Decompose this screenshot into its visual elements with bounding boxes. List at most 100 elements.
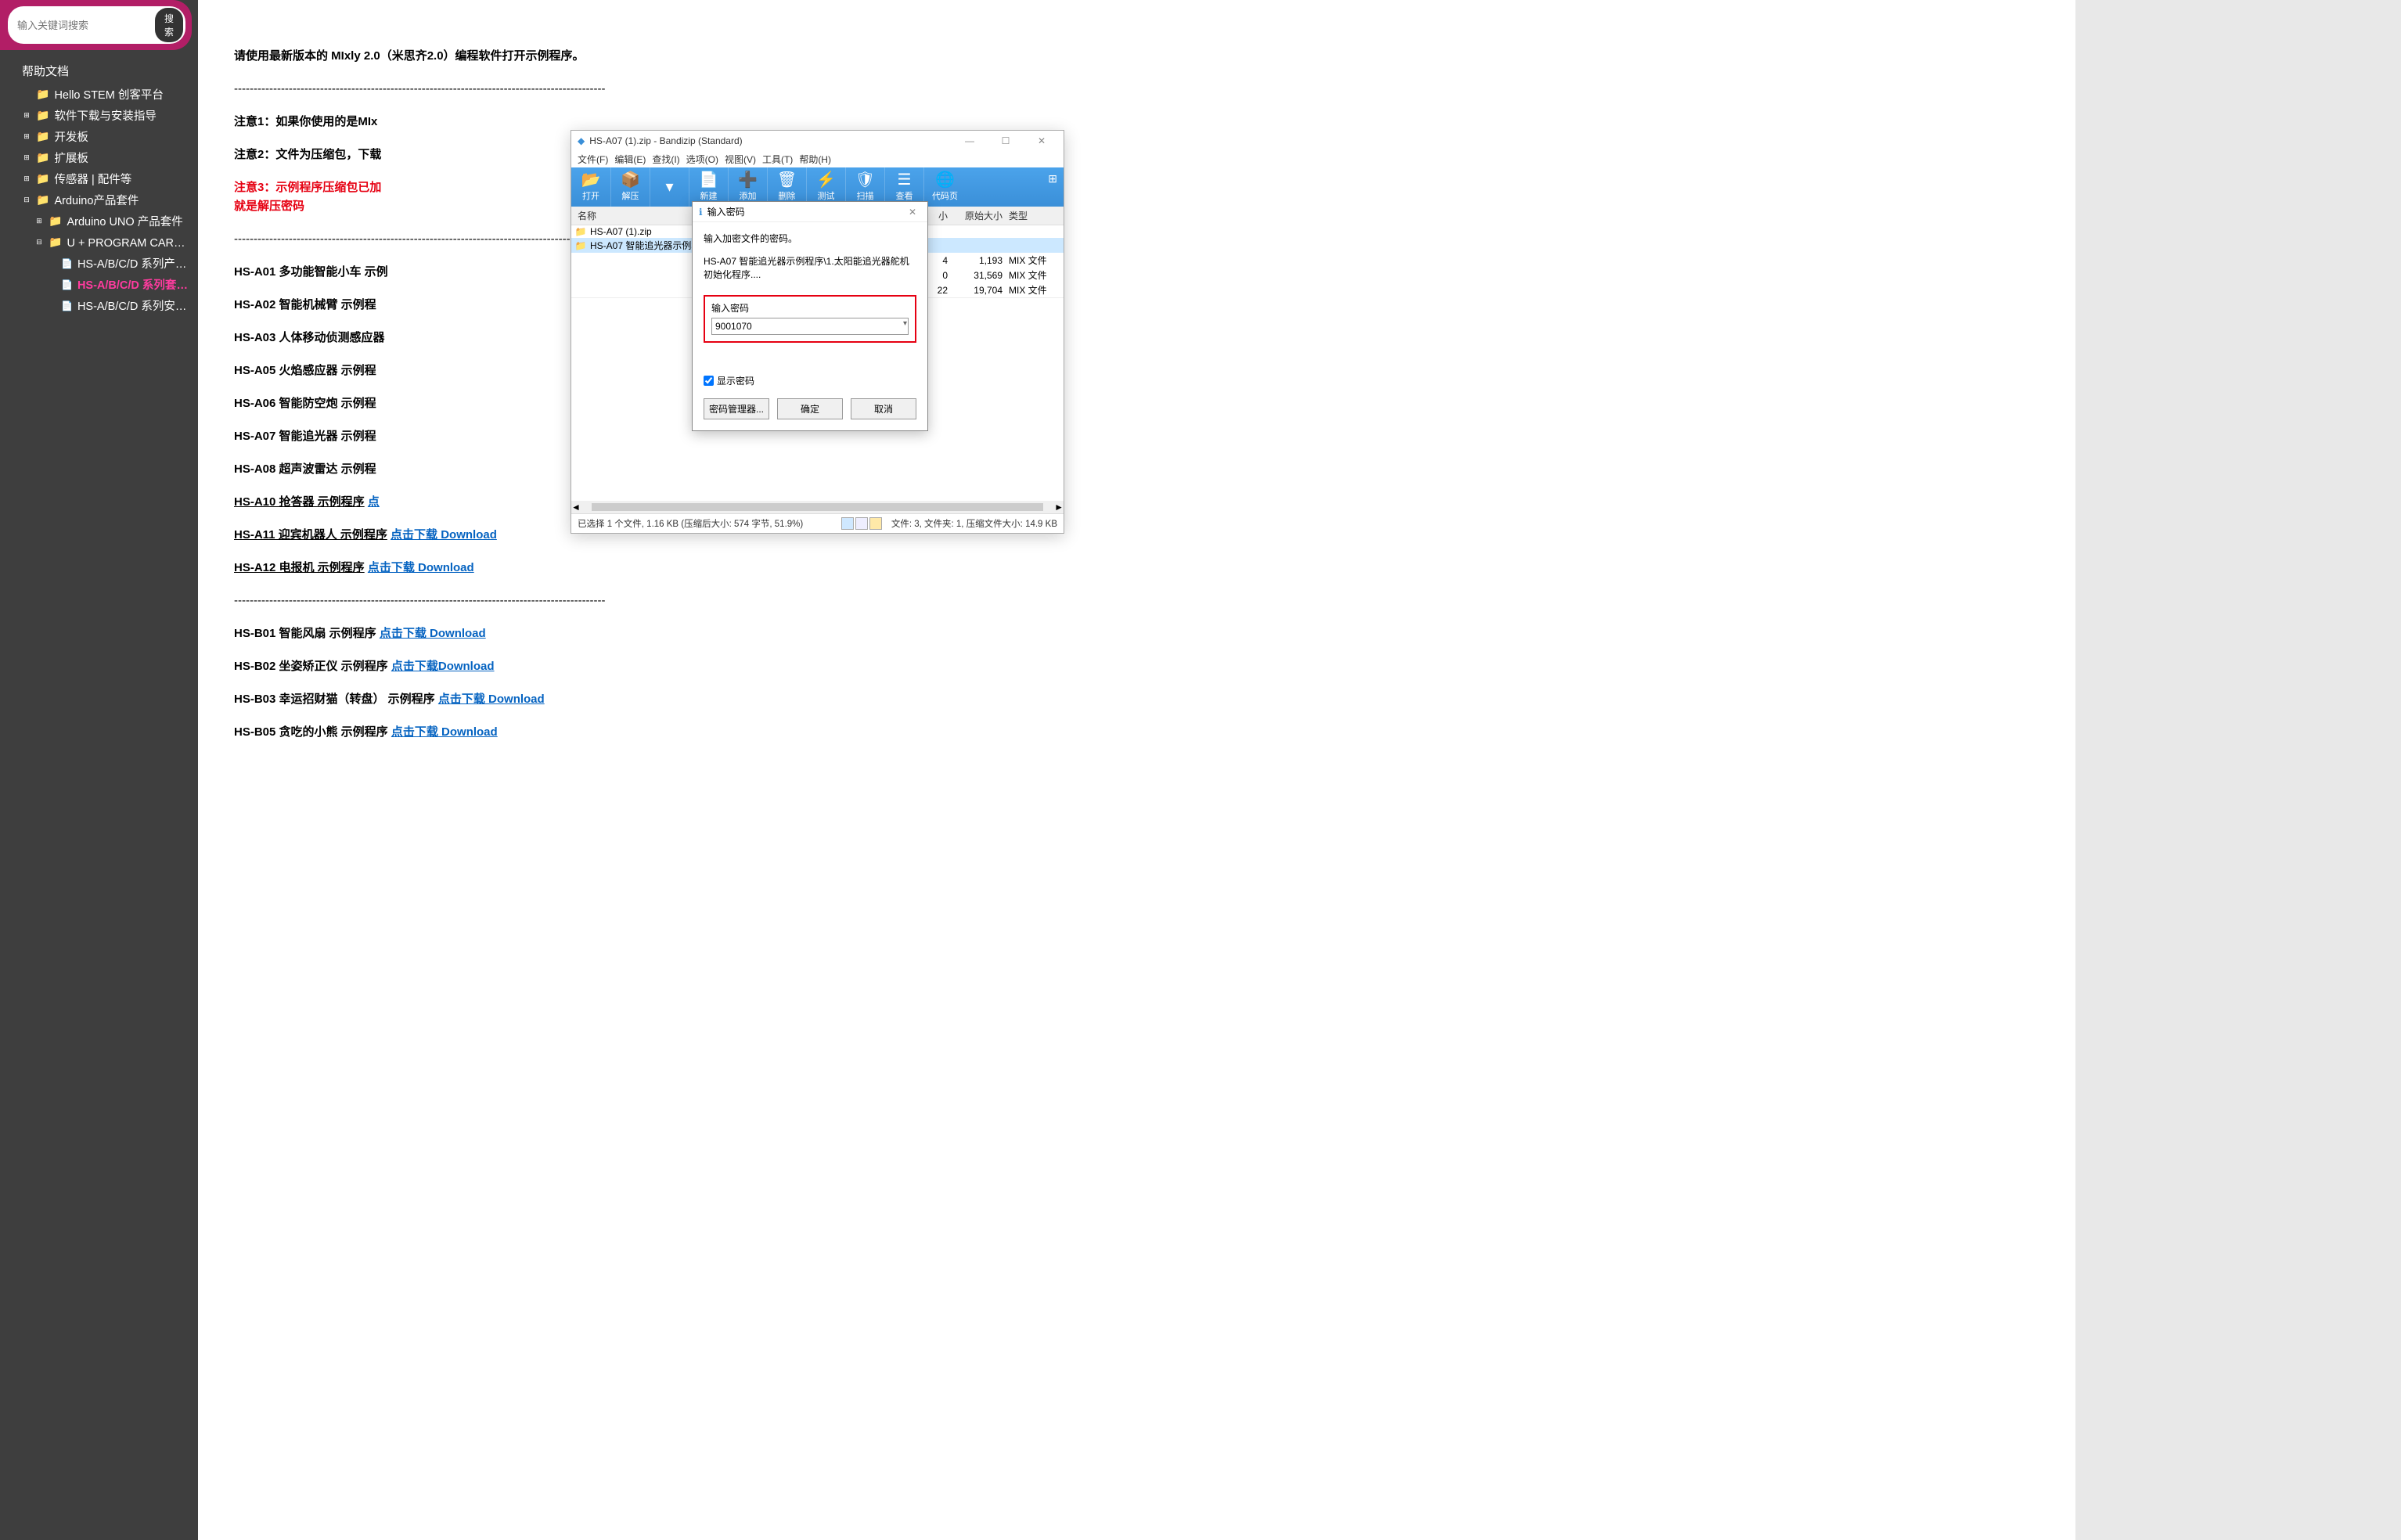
maximize-button[interactable]: ☐ [990, 134, 1021, 148]
menu-item[interactable]: 工具(T) [762, 153, 793, 166]
tree-toggle-icon[interactable]: ⊞ [22, 132, 31, 142]
status-left: 已选择 1 个文件, 1.16 KB (压缩后大小: 574 字节, 51.9%… [578, 517, 832, 530]
dropdown-icon[interactable]: ▾ [903, 319, 907, 328]
folder-icon: 📁 [36, 172, 49, 185]
tree-toggle-icon[interactable]: ⊞ [22, 153, 31, 163]
toolbar-icon: ☰ [898, 172, 912, 188]
close-icon[interactable]: ✕ [904, 207, 921, 218]
tree-label: HS-A/B/C/D 系列套件 MIx... [77, 276, 192, 293]
doc-icon: 📄 [61, 258, 73, 269]
bandizip-title: HS-A07 (1).zip - Bandizip (Standard) [589, 135, 949, 146]
menu-item[interactable]: 查找(I) [652, 153, 679, 166]
folder-icon: 📁 [574, 226, 587, 237]
tree-item[interactable]: ⊞📁扩展板 [0, 147, 198, 168]
download-link[interactable]: 点 [368, 495, 380, 509]
tree-label: Hello STEM 创客平台 [54, 86, 163, 103]
tree-label: Arduino UNO 产品套件 [67, 213, 182, 229]
password-manager-button[interactable]: 密码管理器... [704, 398, 769, 419]
tree-toggle-icon[interactable]: ⊟ [22, 196, 31, 205]
info-icon: ℹ [699, 207, 703, 218]
tree-item[interactable]: 📁Hello STEM 创客平台 [0, 84, 198, 105]
tree-toggle-icon[interactable]: ⊞ [22, 175, 31, 184]
download-link[interactable]: 点击下载 Download [380, 627, 486, 640]
note1: 注意1：如果你使用的是MIx [234, 113, 707, 131]
password-label: 输入密码 [711, 301, 909, 315]
toolbar-icon: 📄 [699, 172, 718, 188]
col-osize[interactable]: 原始大小 [948, 209, 1003, 222]
toolbar-icon: 🛡 [855, 172, 875, 188]
download-link[interactable]: 点击下载 Download [368, 561, 474, 574]
password-dialog-titlebar[interactable]: ℹ 输入密码 ✕ [693, 202, 927, 222]
doc-icon: 📄 [61, 279, 73, 290]
toolbar-icon: ⚡ [816, 172, 836, 188]
folder-icon: 📁 [49, 214, 62, 228]
doc-icon: 📄 [61, 300, 73, 311]
tree-label: HS-A/B/C/D 系列产品组装... [77, 255, 192, 272]
tree-toggle-icon[interactable]: ⊞ [34, 217, 44, 226]
toolbar-button[interactable]: 📦解压 [610, 167, 650, 207]
download-link[interactable]: 点击下载 Download [391, 725, 498, 739]
tree-toggle-icon[interactable]: ⊟ [34, 238, 44, 247]
tree-item[interactable]: ⊞📁软件下载与安装指导 [0, 105, 198, 126]
cancel-button[interactable]: 取消 [851, 398, 916, 419]
tree-item[interactable]: 📄 HS-A/B/C/D 系列套件 MIx... [0, 274, 198, 295]
password-input[interactable] [711, 318, 909, 335]
minimize-button[interactable]: — [954, 134, 985, 148]
tree-toggle-icon[interactable]: ⊞ [22, 111, 31, 121]
bandizip-titlebar[interactable]: ◆ HS-A07 (1).zip - Bandizip (Standard) —… [571, 131, 1064, 151]
tree-item[interactable]: ⊞📁开发板 [0, 126, 198, 147]
search-button[interactable]: 搜索 [155, 8, 183, 42]
nav-tree: 📁Hello STEM 创客平台⊞📁软件下载与安装指导⊞📁开发板⊞📁扩展板⊞📁传… [0, 84, 198, 316]
password-dialog: ℹ 输入密码 ✕ 输入加密文件的密码。 HS-A07 智能追光器示例程序\1.太… [692, 201, 928, 431]
folder-icon: 📁 [574, 240, 587, 251]
search-bar: 搜索 [0, 0, 192, 50]
toolbar-button[interactable]: 🌐代码页 [923, 167, 966, 207]
bandizip-menubar: 文件(F) 编辑(E) 查找(I) 选项(O) 视图(V) 工具(T) 帮助(H) [571, 151, 1064, 167]
col-type[interactable]: 类型 [1003, 209, 1057, 222]
download-link[interactable]: 点击下载Download [391, 660, 495, 673]
content-item: HS-B02 坐姿矫正仪 示例程序 点击下载Download [234, 657, 707, 676]
content-item: HS-B03 幸运招财猫（转盘） 示例程序 点击下载 Download [234, 690, 707, 709]
content-item: HS-B01 智能风扇 示例程序 点击下载 Download [234, 624, 707, 643]
divider: ----------------------------------------… [234, 80, 707, 99]
toolbar-button[interactable]: ▾ [650, 167, 689, 207]
password-filepath: HS-A07 智能追光器示例程序\1.太阳能追光器舵机初始化程序.... [704, 254, 916, 281]
tree-item[interactable]: 📄HS-A/B/C/D 系列安装使用... [0, 295, 198, 316]
show-password-checkbox[interactable]: 显示密码 [704, 374, 916, 387]
folder-icon: 📁 [36, 130, 49, 143]
content-item: HS-A12 电报机 示例程序 点击下载 Download [234, 559, 707, 578]
download-link[interactable]: 点击下载 Download [438, 693, 545, 706]
tree-item[interactable]: ⊞ 📁 传感器 | 配件等 [0, 168, 198, 189]
ok-button[interactable]: 确定 [777, 398, 843, 419]
bandizip-app-icon: ◆ [578, 135, 585, 146]
tree-item[interactable]: 📄 HS-A/B/C/D 系列产品组装... [0, 253, 198, 274]
tree-label: Arduino产品套件 [54, 192, 139, 208]
password-message: 输入加密文件的密码。 [704, 232, 916, 245]
h-scrollbar[interactable]: ◄► [571, 501, 1064, 513]
download-link[interactable]: 点击下载 Download [391, 528, 497, 542]
toolbar-icon: 📦 [621, 172, 640, 188]
sidebar: 搜索 帮助文档 📁Hello STEM 创客平台⊞📁软件下载与安装指导⊞📁开发板… [0, 0, 198, 1540]
menu-item[interactable]: 帮助(H) [799, 153, 831, 166]
tree-item[interactable]: ⊞ 📁 Arduino UNO 产品套件 [0, 210, 198, 232]
tree-item[interactable]: ⊟ 📁 Arduino产品套件 [0, 189, 198, 210]
tree-label: 软件下载与安装指导 [54, 107, 157, 124]
tree-label: 传感器 | 配件等 [54, 171, 131, 187]
tree-label: U + PROGRAM CARD 产品套件 [67, 234, 192, 250]
search-input[interactable] [17, 15, 155, 36]
toolbar-icon: 🗑 [777, 172, 797, 188]
menu-item[interactable]: 选项(O) [686, 153, 718, 166]
right-pane [2075, 0, 2401, 1540]
menu-item[interactable]: 编辑(E) [614, 153, 646, 166]
tree-item[interactable]: ⊟📁U + PROGRAM CARD 产品套件 [0, 232, 198, 253]
close-button[interactable]: ✕ [1026, 134, 1057, 148]
toolbar-button[interactable]: 📂打开 [571, 167, 610, 207]
folder-icon: 📁 [36, 193, 49, 207]
menu-item[interactable]: 视图(V) [725, 153, 756, 166]
menu-item[interactable]: 文件(F) [578, 153, 608, 166]
toolbar-icon: ➕ [738, 172, 758, 188]
show-password-check[interactable] [704, 376, 714, 386]
password-input-group: 输入密码 ▾ [704, 295, 916, 343]
folder-icon: 📁 [36, 151, 49, 164]
grid-view-icon[interactable]: ⊞ [1048, 172, 1057, 185]
